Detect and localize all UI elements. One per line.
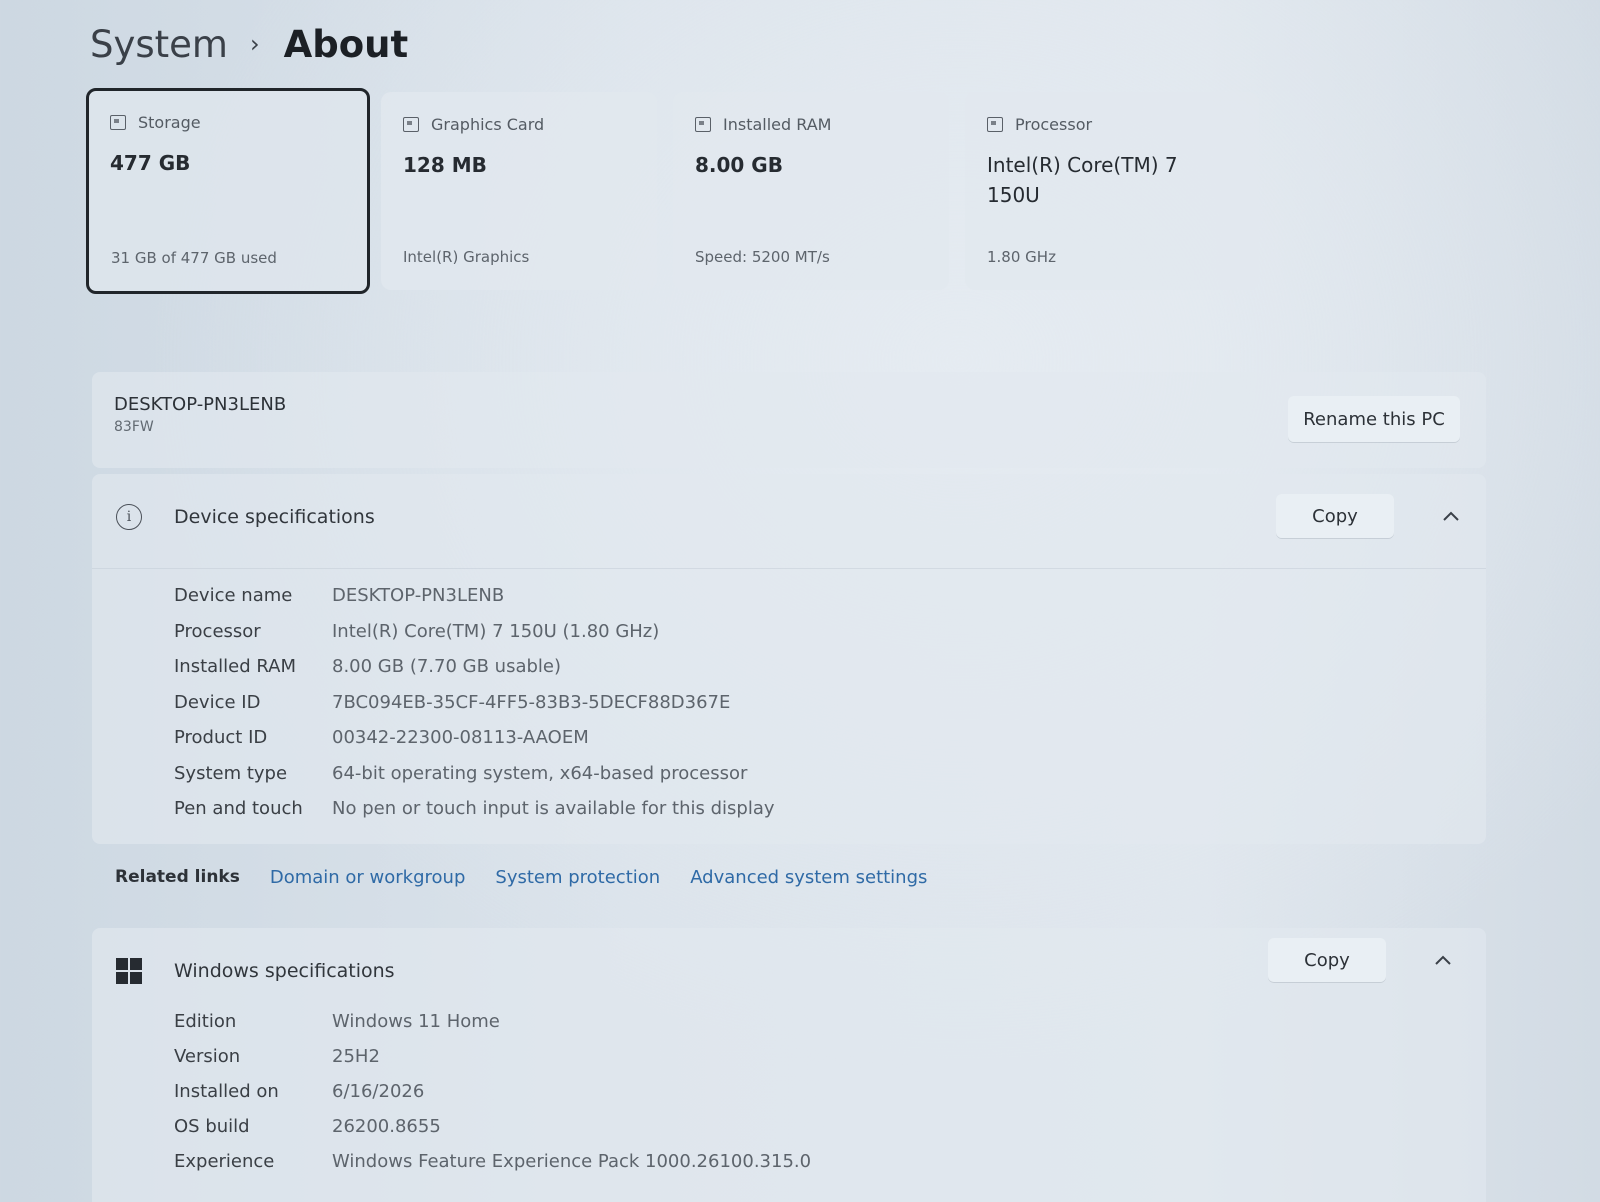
related-links: Related links Domain or workgroup System…	[115, 862, 957, 892]
ram-icon	[695, 116, 711, 132]
device-spec-rows: Device name DESKTOP-PN3LENB Processor In…	[174, 578, 775, 827]
card-sub: 1.80 GHz	[987, 248, 1056, 266]
rename-pc-button[interactable]: Rename this PC	[1288, 396, 1460, 442]
spec-label: Pen and touch	[174, 798, 303, 820]
card-storage[interactable]: Storage 477 GB 31 GB of 477 GB used	[86, 88, 370, 294]
breadcrumb-system[interactable]: System	[90, 23, 228, 66]
spec-row: Installed on 6/16/2026	[174, 1074, 811, 1109]
spec-label: Processor	[174, 620, 261, 642]
card-graphics[interactable]: Graphics Card 128 MB Intel(R) Graphics	[381, 92, 657, 290]
card-sub: Speed: 5200 MT/s	[695, 248, 830, 266]
link-domain-or-workgroup[interactable]: Domain or workgroup	[270, 867, 466, 888]
spec-row: Edition Windows 11 Home	[174, 1004, 811, 1039]
spec-row: Pen and touch No pen or touch input is a…	[174, 791, 775, 827]
spec-label: Experience	[174, 1151, 275, 1172]
copy-device-specs-button[interactable]: Copy	[1276, 494, 1394, 538]
page-title: About	[283, 22, 409, 66]
spec-value[interactable]: Windows Feature Experience Pack 1000.261…	[332, 1151, 811, 1172]
link-advanced-system-settings[interactable]: Advanced system settings	[690, 867, 927, 888]
spec-value[interactable]: DESKTOP-PN3LENB	[332, 585, 504, 606]
card-label: Storage	[138, 112, 201, 132]
spec-label: Installed RAM	[174, 656, 297, 678]
chevron-up-icon[interactable]	[1440, 505, 1462, 527]
device-specifications-panel: i Device specifications Copy Device name…	[92, 474, 1486, 844]
pc-name: DESKTOP-PN3LENB	[114, 394, 287, 415]
pc-name-panel: DESKTOP-PN3LENB 83FW Rename this PC	[92, 372, 1486, 468]
card-processor[interactable]: Processor Intel(R) Core(TM) 7 150U 1.80 …	[965, 92, 1259, 290]
spec-value[interactable]: 6/16/2026	[332, 1081, 424, 1102]
spec-row: Device ID 7BC094EB-35CF-4FF5-83B3-5DECF8…	[174, 685, 775, 721]
card-label: Processor	[1015, 114, 1093, 134]
graphics-card-icon	[403, 116, 419, 132]
spec-row: Device name DESKTOP-PN3LENB	[174, 578, 775, 614]
spec-value[interactable]: 64-bit operating system, x64-based proce…	[332, 763, 747, 784]
card-label: Graphics Card	[431, 114, 545, 134]
spec-row: Product ID 00342-22300-08113-AAOEM	[174, 720, 775, 756]
windows-logo-icon	[116, 958, 142, 984]
card-value: 477 GB	[110, 151, 191, 175]
spec-label: OS build	[174, 1116, 250, 1137]
spec-label: Product ID	[174, 727, 268, 749]
spec-label: System type	[174, 762, 288, 784]
card-ram[interactable]: Installed RAM 8.00 GB Speed: 5200 MT/s	[673, 92, 949, 290]
card-sub: Intel(R) Graphics	[403, 248, 530, 266]
spec-value[interactable]: Intel(R) Core(TM) 7 150U (1.80 GHz)	[332, 621, 659, 642]
spec-row: System type 64-bit operating system, x64…	[174, 756, 775, 792]
chevron-right-icon: ›	[249, 30, 260, 58]
card-value: 8.00 GB	[695, 153, 783, 177]
breadcrumb: System › About	[90, 16, 408, 72]
chevron-up-icon[interactable]	[1432, 949, 1454, 971]
windows-spec-rows: Edition Windows 11 Home Version 25H2 Ins…	[174, 1004, 811, 1179]
spec-value[interactable]: 8.00 GB (7.70 GB usable)	[332, 656, 561, 677]
card-value: 128 MB	[403, 153, 487, 177]
spec-label: Device name	[174, 585, 293, 607]
spec-label: Device ID	[174, 691, 261, 713]
spec-label: Edition	[174, 1011, 237, 1032]
link-system-protection[interactable]: System protection	[495, 867, 660, 888]
related-links-label: Related links	[115, 867, 240, 887]
pc-model: 83FW	[114, 419, 154, 435]
section-title: Windows specifications	[174, 960, 395, 982]
spec-row: Experience Windows Feature Experience Pa…	[174, 1144, 811, 1179]
spec-value[interactable]: 7BC094EB-35CF-4FF5-83B3-5DECF88D367E	[332, 692, 730, 713]
card-value: Intel(R) Core(TM) 7 150U	[987, 153, 1178, 207]
card-sub: 31 GB of 477 GB used	[111, 249, 277, 267]
spec-row: Processor Intel(R) Core(TM) 7 150U (1.80…	[174, 614, 775, 650]
spec-value[interactable]: 00342-22300-08113-AAOEM	[332, 727, 589, 748]
section-title: Device specifications	[174, 506, 375, 528]
spec-value[interactable]: No pen or touch input is available for t…	[332, 798, 775, 819]
card-label: Installed RAM	[723, 114, 832, 134]
copy-windows-specs-button[interactable]: Copy	[1268, 938, 1386, 982]
spec-row: Version 25H2	[174, 1039, 811, 1074]
spec-row: Installed RAM 8.00 GB (7.70 GB usable)	[174, 649, 775, 685]
spec-value[interactable]: 26200.8655	[332, 1116, 441, 1137]
device-specifications-header[interactable]: i Device specifications Copy	[92, 474, 1486, 569]
info-icon: i	[116, 504, 142, 530]
storage-icon	[110, 114, 126, 130]
spec-label: Version	[174, 1046, 241, 1067]
spec-row: OS build 26200.8655	[174, 1109, 811, 1144]
processor-icon	[987, 116, 1003, 132]
spec-value[interactable]: Windows 11 Home	[332, 1011, 500, 1032]
spec-value[interactable]: 25H2	[332, 1046, 380, 1067]
spec-label: Installed on	[174, 1081, 279, 1102]
windows-specifications-panel: Windows specifications Copy Edition Wind…	[92, 928, 1486, 1202]
